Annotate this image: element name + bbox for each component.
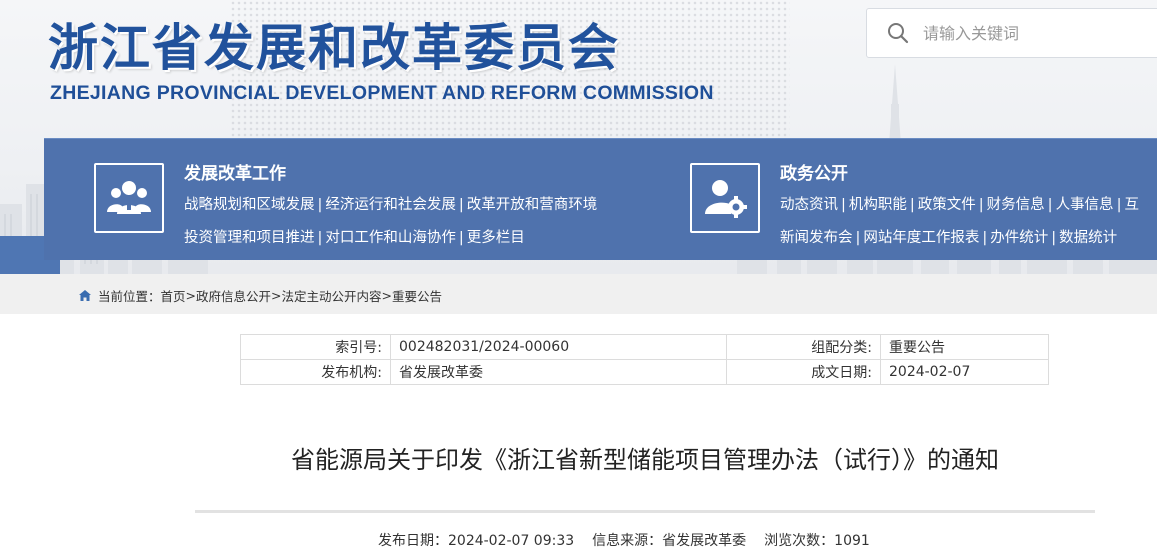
nav-title-development-reform[interactable]: 发展改革工作 (184, 159, 286, 184)
people-icon (96, 165, 162, 231)
nav-link-annual-report[interactable]: 网站年度工作报表 (863, 230, 979, 246)
nav-link-investment-management[interactable]: 投资管理和项目推进 (184, 230, 315, 246)
breadcrumb-gov-info[interactable]: 政府信息公开 (196, 286, 271, 305)
nav-link-more-columns[interactable]: 更多栏目 (467, 230, 525, 246)
org-label: 发布机构: (240, 359, 391, 385)
table-row: 发布机构: 省发展改革委 成文日期: 2024-02-07 (240, 359, 1049, 385)
nav-link-reform-opening[interactable]: 改革开放和营商环境 (467, 197, 598, 213)
home-icon (79, 290, 91, 301)
source-value: 省发展改革委 (662, 533, 747, 549)
nav-link-truncated[interactable]: 互 (1124, 197, 1139, 213)
search-input[interactable] (923, 23, 1157, 43)
date-value: 2024-02-07 (880, 359, 1049, 385)
source-label: 信息来源： (592, 533, 663, 549)
nav-link-economic-operation[interactable]: 经济运行和社会发展 (325, 197, 456, 213)
document-meta-table: 索引号: 002482031/2024-00060 组配分类: 重要公告 发布机… (240, 334, 1049, 385)
nav-link-functions[interactable]: 机构职能 (849, 197, 907, 213)
article-title: 省能源局关于印发《浙江省新型储能项目管理办法（试行）》的通知 (291, 446, 999, 474)
site-title-cn[interactable]: 浙江省发展和改革委员会 (48, 8, 620, 80)
nav-links-row2: 投资管理和项目推进 | 对口工作和山海协作 | 更多栏目 (184, 230, 525, 246)
nav-link-policy-documents[interactable]: 政策文件 (918, 197, 976, 213)
table-row: 索引号: 002482031/2024-00060 组配分类: 重要公告 (240, 334, 1049, 360)
search-icon[interactable] (887, 22, 909, 44)
nav-link-press-conference[interactable]: 新闻发布会 (780, 230, 853, 246)
index-value: 002482031/2024-00060 (390, 334, 727, 360)
breadcrumb: 当前位置： 首页 > 政府信息公开 > 法定主动公开内容 > 重要公告 (78, 286, 442, 305)
views-label: 浏览次数： (764, 533, 835, 549)
publish-date-label: 发布日期： (378, 533, 448, 549)
breadcrumb-home[interactable]: 首页 (161, 286, 186, 305)
index-label: 索引号: (240, 334, 391, 360)
nav-block-development-reform: 发展改革工作 战略规划和区域发展 | 经济运行和社会发展 | 改革开放和营商环境 投资管… (44, 139, 684, 261)
people-icon-box[interactable] (94, 163, 164, 233)
nav-link-data-statistics[interactable]: 数据统计 (1059, 230, 1117, 246)
title-divider (195, 510, 1095, 513)
category-value: 重要公告 (880, 334, 1049, 360)
org-value: 省发展改革委 (390, 359, 727, 385)
breadcrumb-important-notice[interactable]: 重要公告 (392, 286, 442, 305)
views-value: 1091 (834, 533, 870, 549)
site-title-en: ZHEJIANG PROVINCIAL DEVELOPMENT AND REFO… (50, 82, 714, 104)
breadcrumb-bar: 当前位置： 首页 > 政府信息公开 > 法定主动公开内容 > 重要公告 (0, 274, 1157, 314)
nav-link-financial-info[interactable]: 财务信息 (987, 197, 1045, 213)
nav-link-case-statistics[interactable]: 办件统计 (990, 230, 1048, 246)
nav-links-row2: 新闻发布会 | 网站年度工作报表 | 办件统计 | 数据统计 (780, 230, 1118, 246)
nav-block-government-affairs: 政务公开 动态资讯 | 机构职能 | 政策文件 | 财务信息 | 人事信息 | 互 新闻发布会 | 网站… (690, 139, 1157, 261)
nav-link-strategy-planning[interactable]: 战略规划和区域发展 (184, 197, 315, 213)
breadcrumb-statutory-content[interactable]: 法定主动公开内容 (282, 286, 382, 305)
user-settings-icon (692, 165, 758, 231)
search-box[interactable] (866, 8, 1157, 58)
breadcrumb-prefix: 当前位置： (98, 289, 161, 304)
main-nav: 发展改革工作 战略规划和区域发展 | 经济运行和社会发展 | 改革开放和营商环境 投资管… (44, 138, 1157, 260)
nav-links-row1: 动态资讯 | 机构职能 | 政策文件 | 财务信息 | 人事信息 | 互 (780, 197, 1139, 213)
date-label: 成文日期: (726, 359, 881, 385)
nav-title-government-affairs[interactable]: 政务公开 (780, 159, 848, 184)
nav-link-counterpart-work[interactable]: 对口工作和山海协作 (325, 230, 456, 246)
nav-link-personnel-info[interactable]: 人事信息 (1056, 197, 1114, 213)
category-label: 组配分类: (726, 334, 881, 360)
publish-info: 发布日期：2024-02-07 09:33 信息来源：省发展改革委 浏览次数：109… (378, 530, 870, 550)
user-settings-icon-box[interactable] (690, 163, 760, 233)
nav-link-news[interactable]: 动态资讯 (780, 197, 838, 213)
publish-date-value: 2024-02-07 09:33 (448, 533, 575, 549)
nav-links-row1: 战略规划和区域发展 | 经济运行和社会发展 | 改革开放和营商环境 (184, 197, 598, 213)
